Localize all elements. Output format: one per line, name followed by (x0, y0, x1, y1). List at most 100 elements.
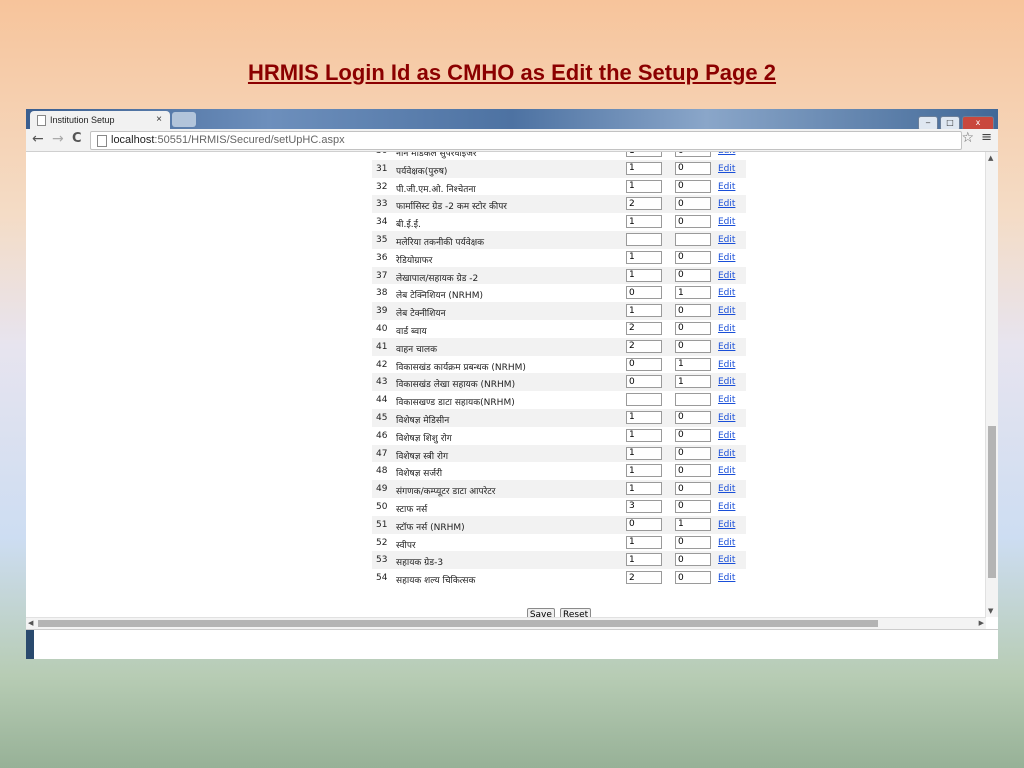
extra-count-input[interactable] (675, 304, 711, 318)
edit-link[interactable]: Edit (718, 199, 735, 209)
sanctioned-count-input[interactable] (626, 499, 662, 513)
extra-count-input[interactable] (675, 410, 711, 424)
sanctioned-count-input[interactable] (626, 357, 662, 371)
forward-arrow-icon[interactable]: → (52, 131, 64, 147)
extra-count-input[interactable] (675, 161, 711, 175)
edit-link[interactable]: Edit (718, 253, 735, 263)
sanctioned-count-input[interactable] (626, 197, 662, 211)
sanctioned-count-input[interactable] (626, 215, 662, 229)
extra-count-input[interactable] (675, 321, 711, 335)
extra-count-input[interactable] (675, 499, 711, 513)
extra-count-input[interactable] (675, 553, 711, 567)
sanctioned-count-input[interactable] (626, 428, 662, 442)
designation-label: स्टाफ नर्स (396, 504, 428, 515)
sanctioned-count-input[interactable] (626, 553, 662, 567)
url-host: localhost (111, 134, 155, 146)
scroll-left-icon[interactable]: ◀ (28, 619, 33, 627)
sanctioned-count-input[interactable] (626, 482, 662, 496)
extra-count-input[interactable] (675, 393, 711, 407)
edit-link[interactable]: Edit (718, 377, 735, 387)
extra-count-input[interactable] (675, 268, 711, 282)
extra-count-input[interactable] (675, 215, 711, 229)
edit-link[interactable]: Edit (718, 182, 735, 192)
extra-count-input[interactable] (675, 250, 711, 264)
edit-link[interactable]: Edit (718, 288, 735, 298)
edit-link[interactable]: Edit (718, 217, 735, 227)
table-row: 53 सहायक ग्रेड-3 Edit (372, 551, 746, 570)
save-button[interactable]: Save (526, 608, 555, 617)
extra-count-input[interactable] (675, 286, 711, 300)
sanctioned-count-input[interactable] (626, 339, 662, 353)
edit-link[interactable]: Edit (718, 555, 735, 565)
table-row: 36 रेडियोग्राफर Edit (372, 249, 746, 267)
sanctioned-count-input[interactable] (626, 571, 662, 585)
row-number: 37 (376, 270, 388, 281)
sanctioned-count-input[interactable] (626, 232, 662, 246)
menu-icon[interactable]: ≡ (981, 130, 992, 145)
sanctioned-count-input[interactable] (626, 446, 662, 460)
edit-link[interactable]: Edit (718, 342, 735, 352)
bookmark-star-icon[interactable]: ☆ (961, 130, 974, 146)
sanctioned-count-input[interactable] (626, 250, 662, 264)
sanctioned-count-input[interactable] (626, 517, 662, 531)
edit-link[interactable]: Edit (718, 164, 735, 174)
edit-link[interactable]: Edit (718, 502, 735, 512)
edit-link[interactable]: Edit (718, 449, 735, 459)
horizontal-scrollbar[interactable]: ◀ ▶ (26, 617, 986, 629)
sanctioned-count-input[interactable] (626, 535, 662, 549)
extra-count-input[interactable] (675, 375, 711, 389)
edit-link[interactable]: Edit (718, 484, 735, 494)
sanctioned-count-input[interactable] (626, 321, 662, 335)
edit-link[interactable]: Edit (718, 395, 735, 405)
tab-close-icon[interactable]: × (156, 114, 162, 125)
edit-link[interactable]: Edit (718, 306, 735, 316)
edit-link[interactable]: Edit (718, 538, 735, 548)
extra-count-input[interactable] (675, 517, 711, 531)
vertical-scroll-thumb[interactable] (988, 426, 996, 578)
sanctioned-count-input[interactable] (626, 375, 662, 389)
extra-count-input[interactable] (675, 446, 711, 460)
edit-link[interactable]: Edit (718, 573, 735, 583)
extra-count-input[interactable] (675, 535, 711, 549)
sanctioned-count-input[interactable] (626, 286, 662, 300)
extra-count-input[interactable] (675, 428, 711, 442)
edit-link[interactable]: Edit (718, 520, 735, 530)
scroll-down-icon[interactable]: ▼ (988, 607, 993, 615)
sanctioned-count-input[interactable] (626, 161, 662, 175)
edit-link[interactable]: Edit (718, 413, 735, 423)
extra-count-input[interactable] (675, 339, 711, 353)
sanctioned-count-input[interactable] (626, 393, 662, 407)
extra-count-input[interactable] (675, 464, 711, 478)
extra-count-input[interactable] (675, 571, 711, 585)
edit-link[interactable]: Edit (718, 360, 735, 370)
edit-link[interactable]: Edit (718, 235, 735, 245)
reload-icon[interactable]: C (72, 131, 82, 147)
edit-link[interactable]: Edit (718, 324, 735, 334)
extra-count-input[interactable] (675, 482, 711, 496)
extra-count-input[interactable] (675, 179, 711, 193)
extra-count-input[interactable] (675, 232, 711, 246)
extra-count-input[interactable] (675, 152, 711, 157)
sanctioned-count-input[interactable] (626, 268, 662, 282)
extra-count-input[interactable] (675, 357, 711, 371)
back-arrow-icon[interactable]: ← (32, 131, 44, 147)
address-bar[interactable]: localhost:50551/HRMIS/Secured/setUpHC.as… (90, 131, 962, 150)
extra-count-input[interactable] (675, 197, 711, 211)
form-actions: Save Reset (372, 602, 746, 617)
edit-link[interactable]: Edit (718, 152, 735, 156)
vertical-scrollbar[interactable]: ▲ ▼ (985, 152, 998, 617)
edit-link[interactable]: Edit (718, 271, 735, 281)
sanctioned-count-input[interactable] (626, 179, 662, 193)
scroll-up-icon[interactable]: ▲ (988, 154, 993, 162)
new-tab-button[interactable] (172, 112, 196, 127)
sanctioned-count-input[interactable] (626, 464, 662, 478)
reset-button[interactable]: Reset (560, 608, 592, 617)
edit-link[interactable]: Edit (718, 431, 735, 441)
sanctioned-count-input[interactable] (626, 410, 662, 424)
scroll-right-icon[interactable]: ▶ (979, 619, 984, 627)
horizontal-scroll-thumb[interactable] (38, 620, 878, 627)
edit-link[interactable]: Edit (718, 466, 735, 476)
tab-institution-setup[interactable]: Institution Setup × (30, 111, 170, 129)
sanctioned-count-input[interactable] (626, 304, 662, 318)
sanctioned-count-input[interactable] (626, 152, 662, 157)
